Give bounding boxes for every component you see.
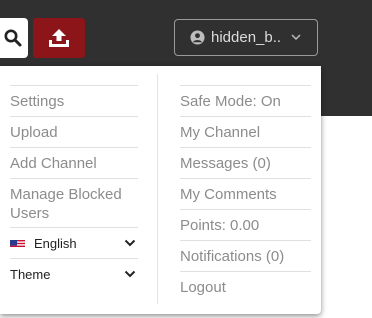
menu-item-add-channel[interactable]: Add Channel xyxy=(10,147,138,178)
theme-label: Theme xyxy=(10,267,51,282)
menu-item-safe-mode[interactable]: Safe Mode: On xyxy=(180,85,311,116)
menu-right-column: Safe Mode: On My Channel Messages (0) My… xyxy=(180,85,311,302)
theme-select[interactable]: Theme xyxy=(10,258,138,294)
menu-item-upload[interactable]: Upload xyxy=(10,116,138,147)
menu-item-points[interactable]: Points: 0.00 xyxy=(180,209,311,240)
username-label: hidden_b.. xyxy=(211,29,282,46)
menu-item-messages[interactable]: Messages (0) xyxy=(180,147,311,178)
chevron-down-icon xyxy=(124,270,136,278)
us-flag-icon xyxy=(10,238,25,248)
menu-item-my-channel[interactable]: My Channel xyxy=(180,116,311,147)
menu-column-divider xyxy=(157,74,158,304)
menu-item-manage-blocked-users[interactable]: Manage Blocked Users xyxy=(10,178,138,227)
menu-item-logout[interactable]: Logout xyxy=(180,271,311,302)
language-select[interactable]: English xyxy=(10,227,138,258)
menu-left-column: Settings Upload Add Channel Manage Block… xyxy=(10,85,138,294)
user-menu-button[interactable]: hidden_b.. xyxy=(174,19,318,56)
chevron-down-icon xyxy=(124,239,136,247)
user-circle-icon xyxy=(190,30,205,45)
upload-icon xyxy=(49,29,69,47)
upload-button[interactable] xyxy=(33,18,85,58)
language-label: English xyxy=(34,235,77,251)
chevron-down-icon xyxy=(291,34,301,41)
search-button[interactable] xyxy=(0,18,28,58)
search-icon xyxy=(4,29,22,47)
user-dropdown-menu: Settings Upload Add Channel Manage Block… xyxy=(0,66,321,314)
menu-item-settings[interactable]: Settings xyxy=(10,85,138,116)
menu-item-my-comments[interactable]: My Comments xyxy=(180,178,311,209)
menu-item-notifications[interactable]: Notifications (0) xyxy=(180,240,311,271)
